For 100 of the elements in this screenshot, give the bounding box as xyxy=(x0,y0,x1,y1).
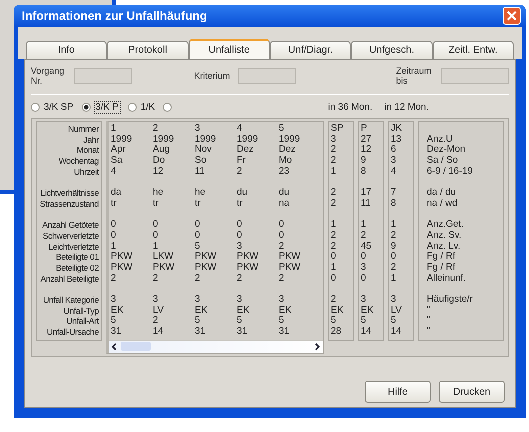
table-cell-text: tr xyxy=(195,198,202,210)
table-cell-text: 1999 xyxy=(195,134,218,146)
table-cell-text: PKW xyxy=(111,262,134,274)
table-cell-text: 5 xyxy=(195,242,202,252)
table-cell-text: PKW xyxy=(279,252,302,263)
table-cell-text: 31 xyxy=(111,327,123,338)
table-cell-text: 1 xyxy=(153,242,160,252)
table-cell-text: Apr xyxy=(111,145,127,156)
radio-button[interactable] xyxy=(82,102,91,112)
table-cell: 2 xyxy=(361,230,366,242)
table-cell-text: 5 xyxy=(279,124,286,135)
table-cell-text: 3 xyxy=(237,295,244,306)
table-cell-text: he xyxy=(153,188,165,199)
table-cell: " xyxy=(427,316,430,328)
table-cell: na / wd xyxy=(427,198,458,210)
radio-button[interactable] xyxy=(31,102,40,112)
table-cell-text: 1999 xyxy=(279,134,302,146)
tab[interactable]: Unf/Diagr. xyxy=(270,41,352,59)
row-label: Unfall Kategorie xyxy=(43,295,99,306)
tab[interactable]: Unfalliste xyxy=(188,39,270,59)
table-cell-text: 1999 xyxy=(153,134,176,146)
radio-button[interactable] xyxy=(163,102,172,112)
field-label: Zeitraum bis xyxy=(396,66,433,86)
table-cell-text: du xyxy=(279,188,291,199)
table-cell-text: EK xyxy=(237,306,251,316)
scroll-thumb[interactable] xyxy=(121,342,151,352)
table-cell-text: 14 xyxy=(153,327,165,338)
period-label: in 12 Mon. xyxy=(384,102,429,112)
table-cell: Anz. Sv. xyxy=(427,230,462,242)
table-cell: 11 xyxy=(361,198,371,210)
row-label: Uhrzeit xyxy=(74,166,99,178)
table-cell-text: So xyxy=(195,156,208,167)
row-label: Unfall-Ursache xyxy=(46,327,99,338)
table-cell: 3 xyxy=(391,156,396,167)
table-cell: EK xyxy=(331,306,344,316)
table-cell: 2 xyxy=(331,188,336,199)
table-cell-text: 13 xyxy=(391,134,402,145)
table-cell: SP xyxy=(331,124,344,135)
table-cell-text: EK xyxy=(279,306,293,316)
table-cell-text: 0 xyxy=(237,220,244,231)
table-cell-text: 12 xyxy=(153,166,165,178)
radio-label[interactable]: 3/K SP xyxy=(44,102,74,112)
table-cell: Sa / So xyxy=(427,156,458,167)
table-cell: 2 xyxy=(331,230,336,242)
table-cell-text: 12 xyxy=(361,145,372,156)
field-label: Kriterium xyxy=(194,71,230,81)
table-cell-text: tr xyxy=(237,198,244,210)
table-cell-text: 5 xyxy=(279,316,286,327)
horizontal-scrollbar[interactable] xyxy=(109,340,323,353)
table-cell-text: 31 xyxy=(195,327,207,338)
table-cell-text: 9 xyxy=(391,242,396,252)
table-cell: 5 xyxy=(391,316,396,328)
close-button[interactable] xyxy=(503,7,521,25)
table-cell-text: LV xyxy=(153,306,165,316)
table-cell: Fg / Rf xyxy=(427,262,456,274)
radio-label[interactable]: 1/K xyxy=(140,102,156,112)
table-cell: 2 xyxy=(331,156,336,167)
tab[interactable]: Protokoll xyxy=(107,41,189,59)
dialog-button[interactable]: Hilfe xyxy=(365,381,431,403)
table-cell: 14 xyxy=(391,327,402,338)
table-cell-text: 6 xyxy=(391,145,396,156)
table-cell: da / du xyxy=(427,188,456,199)
table-cell-text: 2 xyxy=(153,316,160,328)
table-cell: 6-9 / 16-19 xyxy=(427,166,473,178)
table-cell-text: 2 xyxy=(237,166,244,178)
table-cell: 1 xyxy=(391,274,396,284)
tab[interactable]: Info xyxy=(26,41,108,59)
table-cell-text: 2 xyxy=(331,145,336,156)
table-cell-text: EK xyxy=(195,306,209,316)
table-cell: 2 xyxy=(391,262,396,274)
table-cell-text: 2 xyxy=(237,274,244,284)
table-cell-text: 0 xyxy=(195,220,202,231)
table-cell-text: PKW xyxy=(237,262,260,274)
table-cell-text: 0 xyxy=(195,230,202,242)
table-cell: P xyxy=(361,124,368,135)
table-cell-text: 0 xyxy=(279,230,286,242)
radio-button[interactable] xyxy=(128,102,137,112)
table-cell-text: tr xyxy=(111,198,118,210)
table-cell-text: 1 xyxy=(111,124,118,135)
window-title: Informationen zur Unfallhäufung xyxy=(22,9,208,23)
scroll-right-icon[interactable] xyxy=(313,342,321,351)
scroll-left-icon[interactable] xyxy=(111,342,119,351)
tab[interactable]: Unfgesch. xyxy=(351,41,433,59)
table-cell-text: 3 xyxy=(111,295,118,306)
row-label: Nummer xyxy=(68,124,99,135)
dialog-button[interactable]: Drucken xyxy=(439,381,505,403)
table-cell-text: 0 xyxy=(237,230,244,242)
table-cell: 14 xyxy=(361,327,372,338)
table-cell-text: 4 xyxy=(237,124,244,135)
table-cell-text: PKW xyxy=(153,262,176,274)
tab[interactable]: Zeitl. Entw. xyxy=(432,41,514,59)
close-icon xyxy=(507,11,517,21)
table-cell-text: 5 xyxy=(331,316,336,327)
table-cell-text: 3 xyxy=(331,134,336,145)
table-cell-text: tr xyxy=(153,198,160,210)
table-cell: 0 xyxy=(361,274,366,284)
table-cell-text: na xyxy=(279,198,291,210)
table-cell-text: Dez-Mon xyxy=(427,145,466,156)
radio-label[interactable]: 3/K P xyxy=(94,102,120,112)
table-cell-text: 0 xyxy=(153,220,160,231)
